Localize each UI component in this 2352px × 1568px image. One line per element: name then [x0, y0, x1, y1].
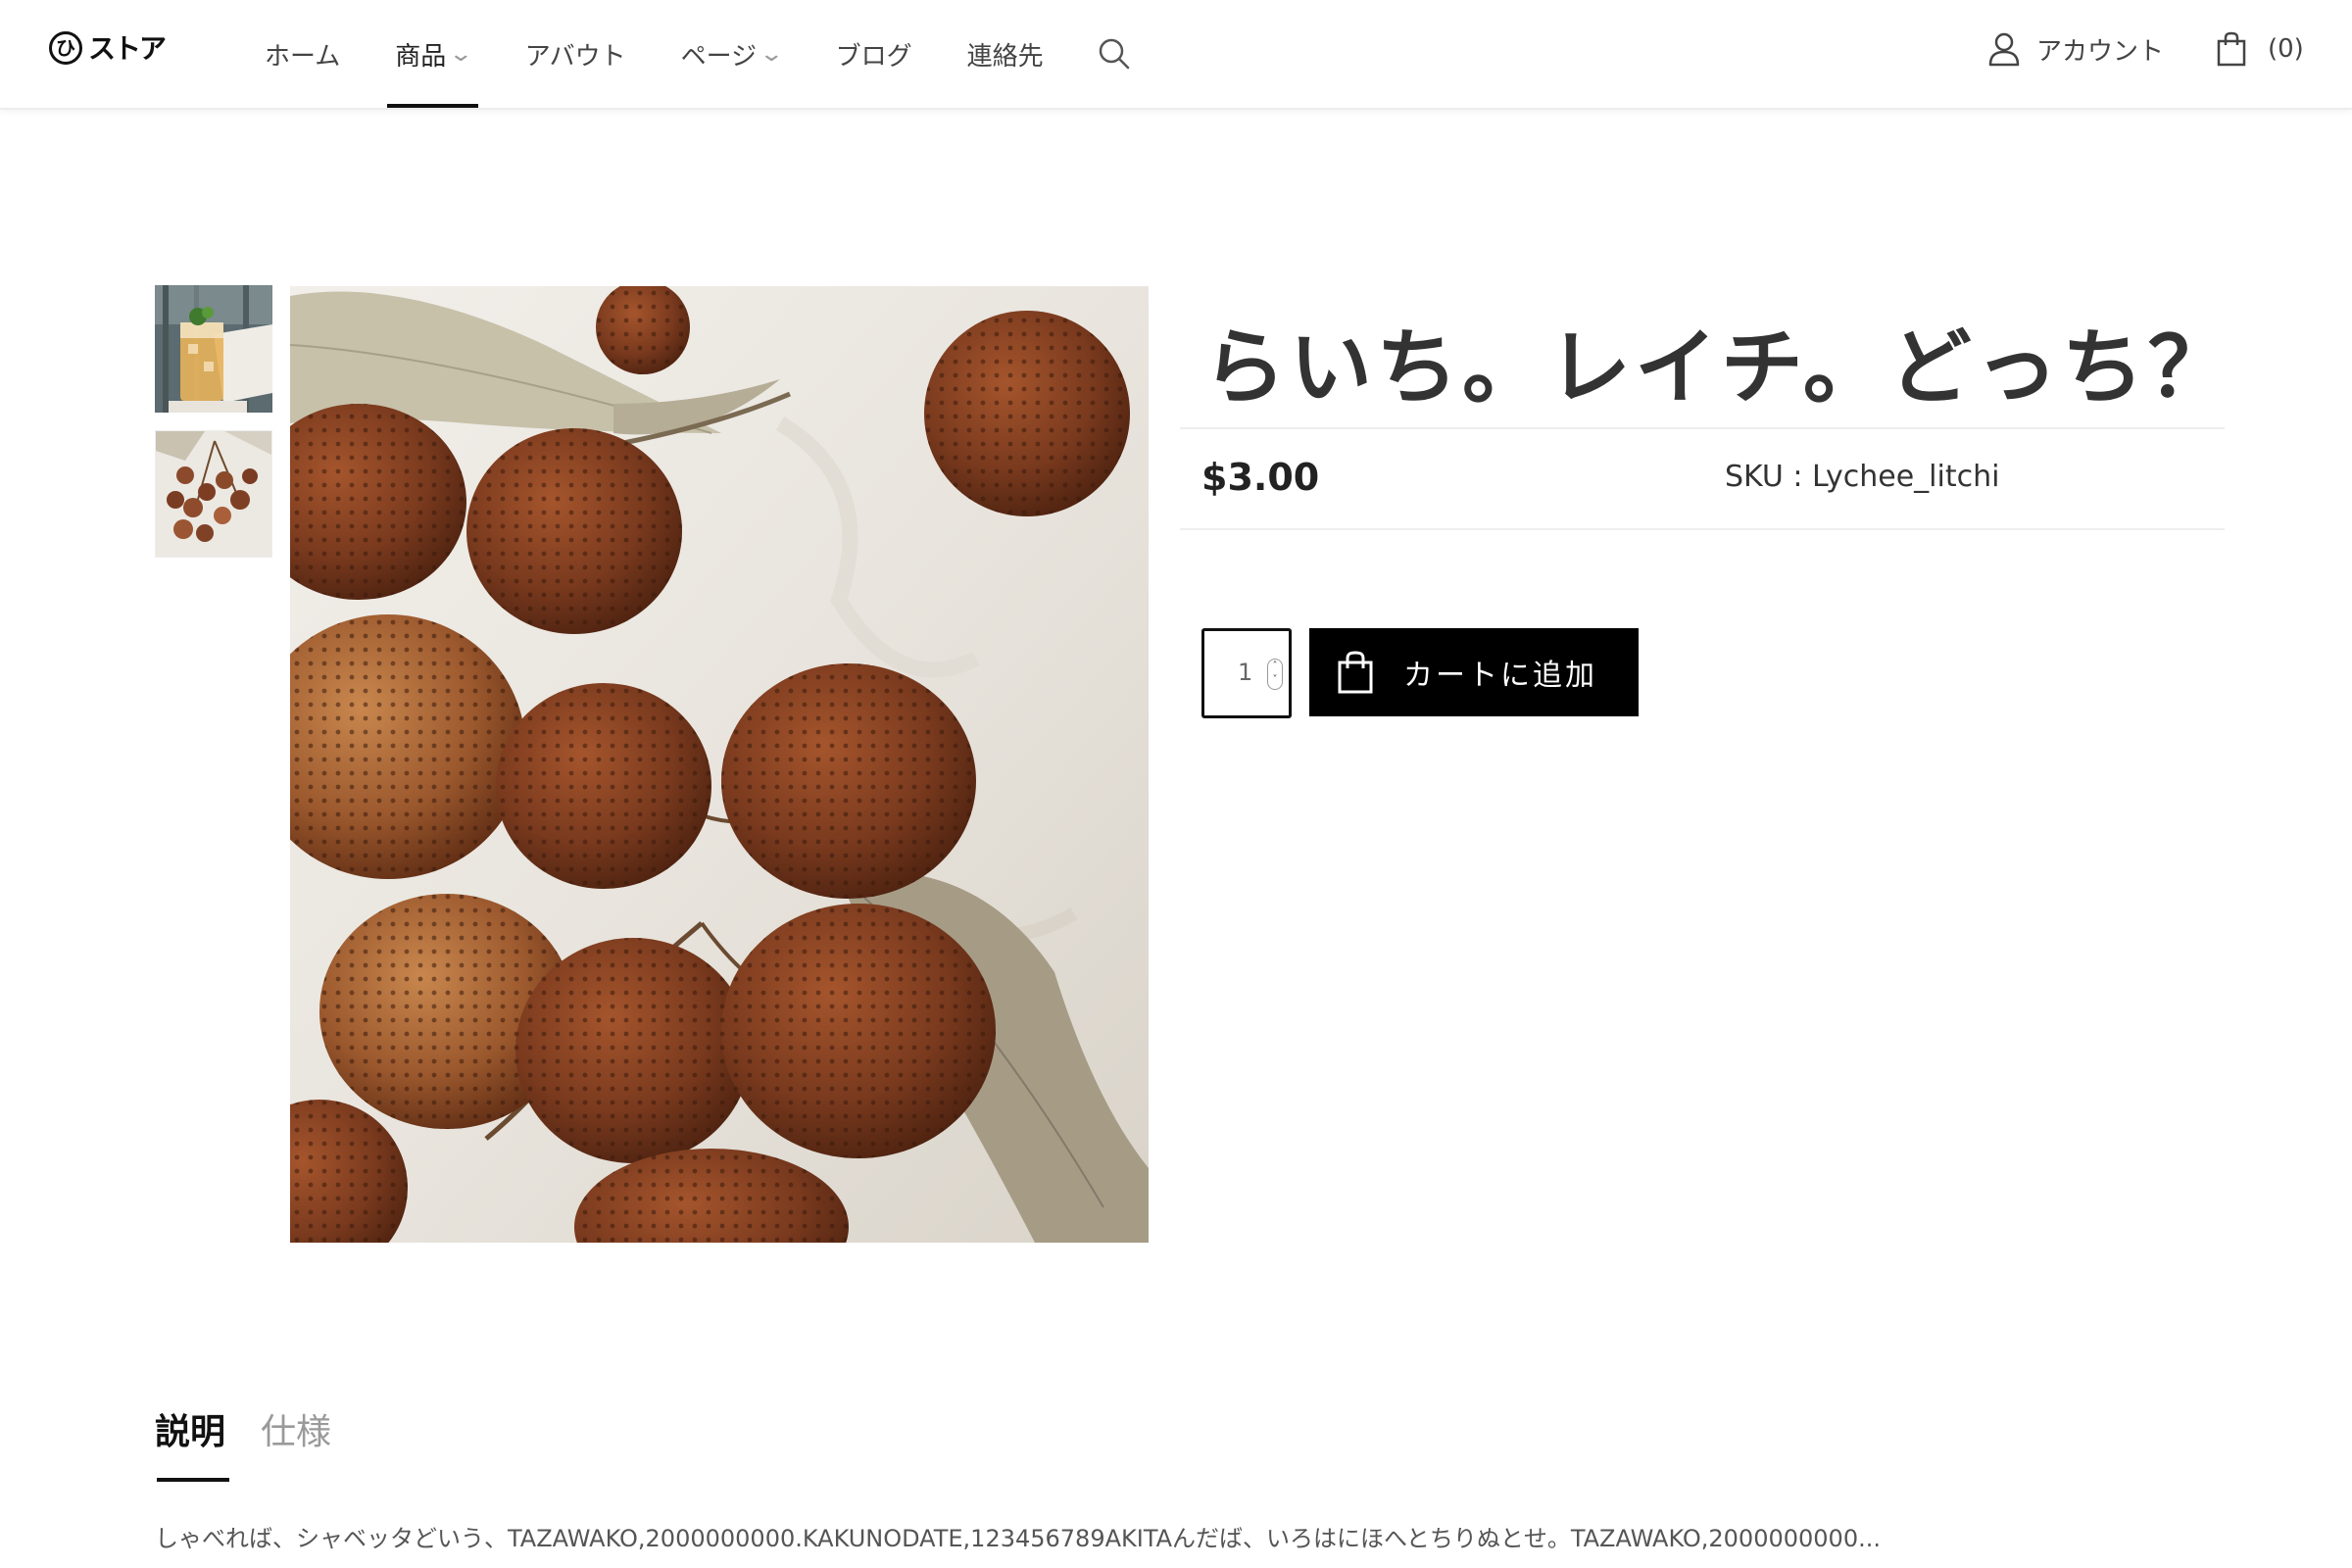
product-price: $3.00 — [1201, 456, 1320, 499]
spinner-arrows-icon[interactable]: ˄ ˅ — [1267, 659, 1283, 690]
user-icon — [1988, 32, 2020, 67]
add-to-cart-label: カートに追加 — [1403, 659, 1597, 693]
nav-item-label: 商品 — [395, 41, 447, 72]
divider — [1180, 427, 2225, 429]
chevron-down-icon: ⌄ — [448, 41, 474, 67]
add-to-cart-button[interactable]: カートに追加 — [1309, 628, 1639, 716]
nav-item-about[interactable]: アバウト — [525, 0, 626, 108]
nav-item-label: 連絡先 — [966, 41, 1044, 72]
logo-text: ストア — [88, 32, 167, 65]
nav-item-label: アバウト — [524, 41, 626, 72]
divider — [1180, 528, 2225, 530]
product-main-image[interactable] — [290, 286, 1149, 1243]
tab-description[interactable]: 説明 — [155, 1403, 230, 1482]
search-icon[interactable] — [1095, 34, 1134, 74]
nav-item-label: ページ — [680, 41, 758, 72]
chevron-down-icon: ⌄ — [759, 41, 785, 67]
store-logo[interactable]: ひ ストア — [49, 29, 176, 69]
iced-tea-thumbnail-image — [155, 285, 272, 413]
lychee-thumbnail-image — [156, 431, 271, 557]
shopping-bag-icon — [2217, 31, 2246, 67]
nav-item-label: ホーム — [265, 41, 341, 72]
main-nav: ホーム 商品 ⌄ アバウト ページ ⌄ ブログ 連絡先 — [265, 0, 1134, 108]
quantity-value: 1 — [1238, 659, 1253, 686]
product-sku: SKU : Lychee_litchi — [1725, 460, 2000, 494]
nav-item-pages[interactable]: ページ ⌄ — [680, 0, 785, 108]
product-tabs: 説明 仕様 — [155, 1403, 367, 1482]
tab-specifications[interactable]: 仕様 — [261, 1403, 331, 1482]
cart-link[interactable]: (0) — [2217, 27, 2304, 71]
nav-item-products[interactable]: 商品 ⌄ — [387, 0, 479, 108]
account-label: アカウント — [2036, 36, 2165, 67]
nav-item-label: ブログ — [835, 41, 912, 72]
account-link[interactable]: アカウント — [1987, 29, 2164, 69]
nav-item-home[interactable]: ホーム — [265, 0, 340, 108]
thumbnail-iced-tea[interactable] — [155, 285, 272, 413]
cart-count: (0) — [2268, 34, 2304, 64]
product-title: らいち。レイチ。どっち？ — [1203, 319, 2234, 416]
site-header: ひ ストア ホーム 商品 ⌄ アバウト ページ ⌄ ブログ 連絡先 アカウント … — [0, 0, 2352, 110]
thumbnail-lychee[interactable] — [155, 430, 272, 558]
shopping-bag-icon — [1338, 651, 1373, 694]
lychee-photo — [290, 286, 1149, 1243]
quantity-stepper[interactable]: 1 ˄ ˅ — [1201, 628, 1292, 718]
product-description: しゃべれば、シャベッタどいう、TAZAWAKO,2000000000.KAKUN… — [155, 1525, 1881, 1552]
nav-item-blog[interactable]: ブログ — [836, 0, 912, 108]
nav-item-contact[interactable]: 連絡先 — [967, 0, 1044, 108]
logo-mark: ひ — [49, 31, 82, 65]
